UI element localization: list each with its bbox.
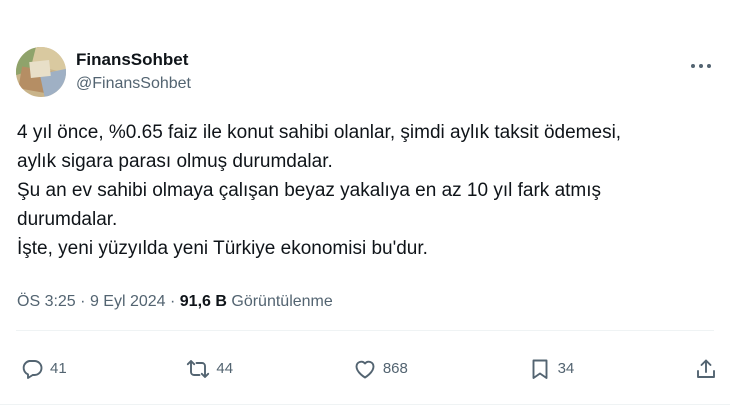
tweet-meta: ÖS 3:25 · 9 Eyl 2024 · 91,6 B Görüntülen… [17, 291, 333, 313]
tweet-header: FinansSohbet @FinansSohbet [16, 46, 714, 98]
share-icon [697, 359, 715, 378]
author-info: FinansSohbet @FinansSohbet [76, 49, 191, 95]
author-handle[interactable]: @FinansSohbet [76, 73, 191, 95]
tweet-line: durumdalar. [17, 209, 118, 230]
meta-separator: · [80, 293, 86, 310]
meta-separator: · [170, 293, 176, 310]
views-label: Görüntülenme [231, 293, 333, 310]
action-bar: 41 44 868 34 [20, 352, 718, 386]
bookmark-count: 34 [557, 360, 575, 377]
author-display-name[interactable]: FinansSohbet [76, 49, 191, 71]
reply-button[interactable]: 41 [20, 352, 67, 386]
tweet-time[interactable]: ÖS 3:25 [17, 293, 76, 310]
tweet-date[interactable]: 9 Eyl 2024 [90, 293, 166, 310]
divider [0, 404, 730, 405]
repost-count: 44 [216, 360, 234, 377]
bookmark-button[interactable]: 34 [528, 352, 575, 386]
reply-count: 41 [50, 360, 67, 377]
like-button[interactable]: 868 [353, 352, 408, 386]
tweet-line: aylık sigara parası olmuş durumdalar. [17, 151, 333, 172]
repost-icon [187, 360, 210, 378]
divider [16, 330, 714, 331]
tweet-line: Şu an ev sahibi olmaya çalışan beyaz yak… [17, 180, 602, 201]
reply-icon [22, 360, 43, 379]
bookmark-icon [532, 359, 548, 379]
like-count: 868 [382, 360, 408, 377]
like-icon [355, 360, 375, 379]
avatar[interactable] [16, 47, 66, 97]
share-button[interactable] [694, 352, 718, 386]
tweet-text: 4 yıl önce, %0.65 faiz ile konut sahibi … [17, 118, 717, 263]
more-icon[interactable] [688, 56, 714, 76]
views-count: 91,6 B [179, 293, 227, 310]
tweet-line: 4 yıl önce, %0.65 faiz ile konut sahibi … [17, 122, 622, 143]
tweet-line: İşte, yeni yüzyılda yeni Türkiye ekonomi… [17, 238, 428, 259]
repost-button[interactable]: 44 [186, 352, 233, 386]
